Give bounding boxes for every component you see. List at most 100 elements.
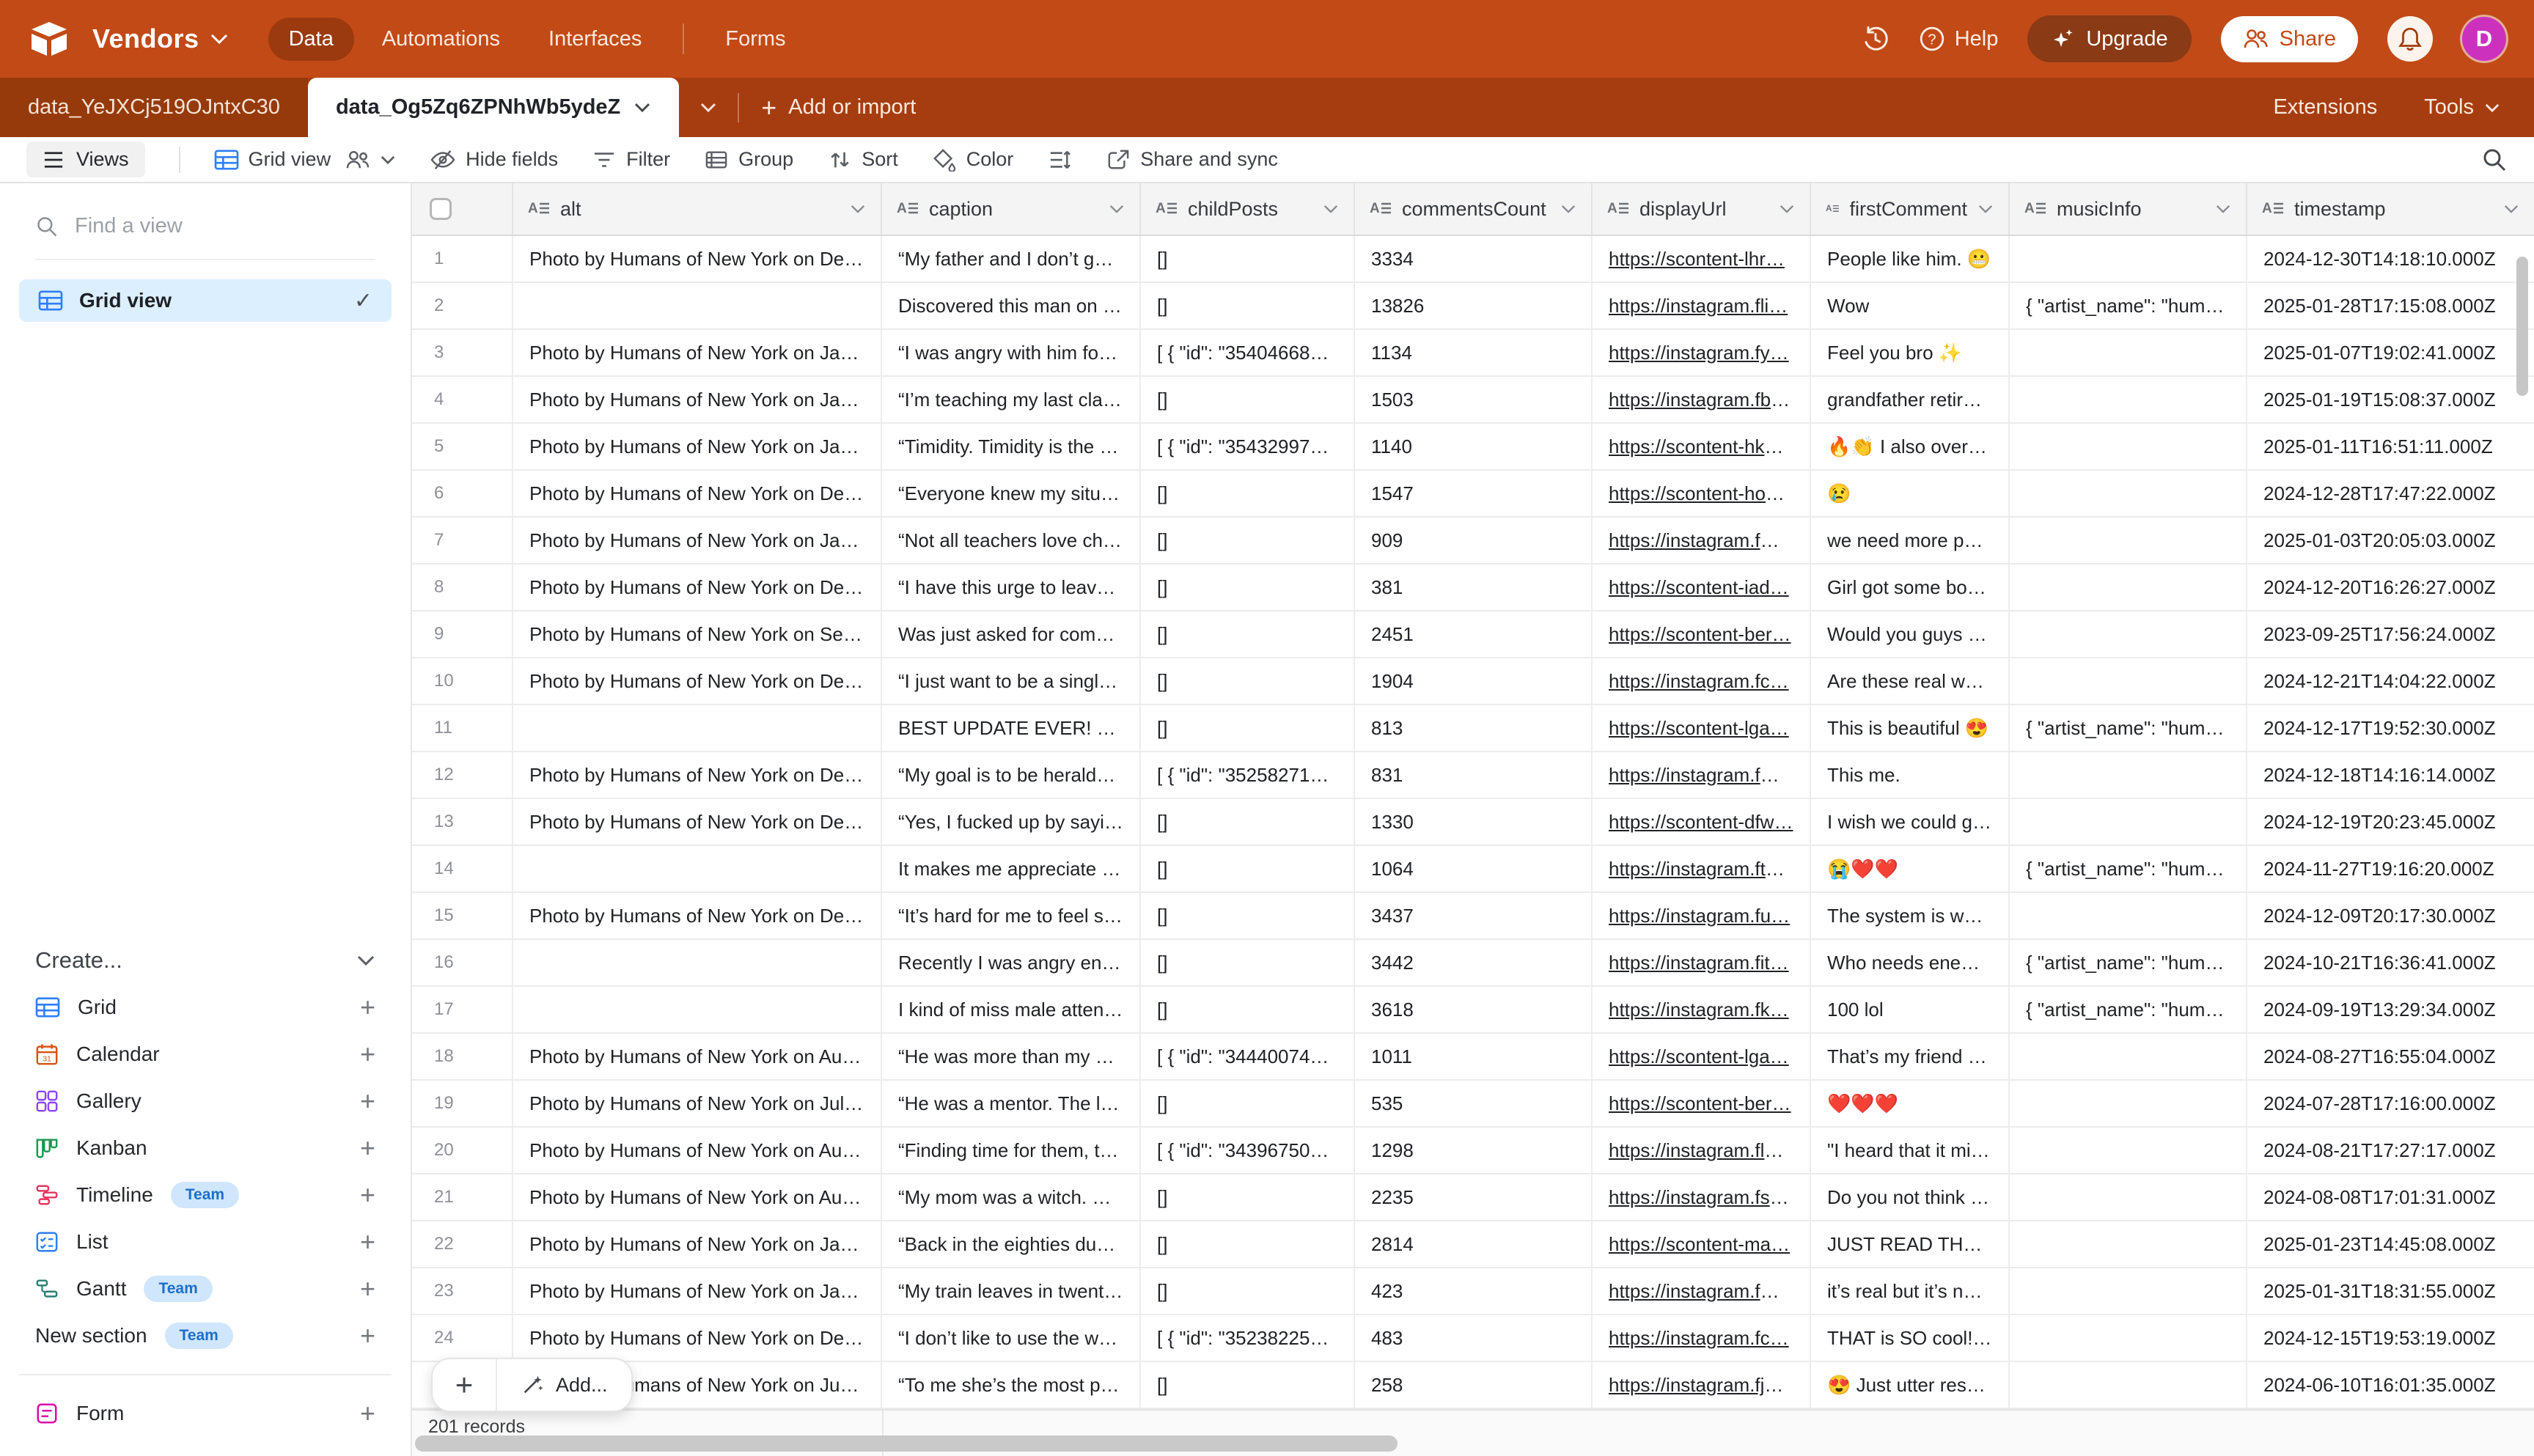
cell-musicInfo[interactable]: { "artist_name": "huma… [2010, 846, 2247, 891]
plus-icon[interactable]: + [360, 1086, 375, 1117]
cell-alt[interactable]: Photo by Humans of New York on Au… [513, 1034, 882, 1079]
cell-displayUrl[interactable]: https://instagram.fli… [1593, 283, 1811, 328]
column-header-alt[interactable]: A alt [513, 183, 882, 235]
cell-caption[interactable]: “I just want to be a single … [882, 658, 1141, 704]
cell-musicInfo[interactable]: { "artist_name": "huma… [2010, 940, 2247, 985]
cell-timestamp[interactable]: 2024-12-18T14:16:14.000Z [2247, 752, 2534, 798]
cell-childPosts[interactable]: [] [1141, 611, 1355, 657]
cell-timestamp[interactable]: 2024-06-10T16:01:35.000Z [2247, 1362, 2534, 1408]
cell-firstComment[interactable]: People like him. 😬 [1811, 236, 2010, 282]
cell-musicInfo[interactable] [2010, 330, 2247, 375]
cell-childPosts[interactable]: [ { "id": "35404668… [1141, 330, 1355, 375]
cell-commentsCount[interactable]: 909 [1355, 518, 1593, 563]
cell-commentsCount[interactable]: 1064 [1355, 846, 1593, 891]
row-number[interactable]: 15 [412, 893, 513, 938]
cell-alt[interactable]: Photo by Humans of New York on De… [513, 752, 882, 798]
cell-timestamp[interactable]: 2024-08-08T17:01:31.000Z [2247, 1174, 2534, 1220]
row-number[interactable]: 4 [412, 377, 513, 422]
row-number[interactable]: 7 [412, 518, 513, 563]
cell-musicInfo[interactable] [2010, 658, 2247, 704]
cell-childPosts[interactable]: [] [1141, 940, 1355, 985]
cell-firstComment[interactable]: it’s real but it’s not… [1811, 1268, 2010, 1314]
cell-displayUrl[interactable]: https://instagram.fy… [1593, 330, 1811, 375]
cell-timestamp[interactable]: 2024-09-19T13:29:34.000Z [2247, 987, 2534, 1032]
cell-commentsCount[interactable]: 423 [1355, 1268, 1593, 1314]
cell-displayUrl[interactable]: https://instagram.fbf… [1593, 377, 1811, 422]
create-section-header[interactable]: Create... [35, 947, 375, 974]
create-timeline-item[interactable]: Timeline Team + [19, 1172, 392, 1218]
cell-childPosts[interactable]: [] [1141, 987, 1355, 1032]
cell-caption[interactable]: BEST UPDATE EVER! Mos… [882, 705, 1141, 751]
cell-timestamp[interactable]: 2024-10-21T16:36:41.000Z [2247, 940, 2534, 985]
cell-alt[interactable] [513, 940, 882, 985]
cell-firstComment[interactable]: 😍 Just utter respe… [1811, 1362, 2010, 1408]
cell-childPosts[interactable]: [] [1141, 471, 1355, 516]
avatar[interactable]: D [2462, 17, 2506, 61]
cell-firstComment[interactable]: The system is wor… [1811, 893, 2010, 938]
hide-fields-button[interactable]: Hide fields [430, 148, 558, 171]
cell-caption[interactable]: “I don’t like to use the wo… [882, 1315, 1141, 1361]
cell-displayUrl[interactable]: https://scontent-lga… [1593, 1034, 1811, 1079]
cell-caption[interactable]: “Finding time for them, th… [882, 1128, 1141, 1173]
cell-timestamp[interactable]: 2024-12-19T20:23:45.000Z [2247, 799, 2534, 845]
cell-musicInfo[interactable] [2010, 565, 2247, 610]
cell-caption[interactable]: Discovered this man on t… [882, 283, 1141, 328]
cell-caption[interactable]: “Everyone knew my situat… [882, 471, 1141, 516]
cell-timestamp[interactable]: 2025-01-31T18:31:55.000Z [2247, 1268, 2534, 1314]
create-calendar-item[interactable]: 31 Calendar + [19, 1031, 392, 1078]
plus-icon[interactable]: + [360, 1039, 375, 1070]
cell-musicInfo[interactable] [2010, 611, 2247, 657]
cell-displayUrl[interactable]: https://instagram.fsr… [1593, 1174, 1811, 1220]
create-grid-item[interactable]: Grid + [19, 984, 392, 1031]
plus-icon[interactable]: + [360, 1398, 375, 1429]
cell-childPosts[interactable]: [] [1141, 236, 1355, 282]
filter-button[interactable]: Filter [592, 148, 670, 171]
row-number[interactable]: 1 [412, 236, 513, 282]
cell-timestamp[interactable]: 2024-12-21T14:04:22.000Z [2247, 658, 2534, 704]
cell-childPosts[interactable]: [ { "id": "34440074… [1141, 1034, 1355, 1079]
cell-timestamp[interactable]: 2025-01-19T15:08:37.000Z [2247, 377, 2534, 422]
cell-displayUrl[interactable]: https://instagram.fc… [1593, 658, 1811, 704]
cell-alt[interactable]: Photo by Humans of New York on Jan… [513, 1221, 882, 1267]
cell-musicInfo[interactable] [2010, 471, 2247, 516]
chevron-down-icon[interactable] [850, 204, 866, 214]
views-button[interactable]: Views [26, 141, 145, 177]
cell-caption[interactable]: It makes me appreciate h… [882, 846, 1141, 891]
cell-caption[interactable]: “Back in the eighties dun… [882, 1221, 1141, 1267]
cell-displayUrl[interactable]: https://instagram.ftg… [1593, 846, 1811, 891]
cell-alt[interactable]: Photo by Humans of New York on De… [513, 893, 882, 938]
cell-caption[interactable]: “Yes, I fucked up by sayin… [882, 799, 1141, 845]
cell-childPosts[interactable]: [] [1141, 658, 1355, 704]
cell-firstComment[interactable]: Who needs enemi… [1811, 940, 2010, 985]
chevron-down-icon[interactable] [1977, 204, 1994, 214]
cell-commentsCount[interactable]: 1547 [1355, 471, 1593, 516]
column-header-firstComment[interactable]: A firstComment [1811, 183, 2010, 235]
row-number[interactable]: 6 [412, 471, 513, 516]
cell-musicInfo[interactable] [2010, 1362, 2247, 1408]
cell-caption[interactable]: “My mom was a witch. No… [882, 1174, 1141, 1220]
cell-displayUrl[interactable]: https://instagram.fk… [1593, 987, 1811, 1032]
row-number[interactable]: 21 [412, 1174, 513, 1220]
cell-alt[interactable]: Photo by Humans of New York on Au… [513, 1174, 882, 1220]
cell-timestamp[interactable]: 2024-12-09T20:17:30.000Z [2247, 893, 2534, 938]
cell-childPosts[interactable]: [] [1141, 846, 1355, 891]
cell-caption[interactable]: “I have this urge to leave … [882, 565, 1141, 610]
cell-displayUrl[interactable]: https://scontent-hkg… [1593, 424, 1811, 469]
table-tab-active[interactable]: data_Og5Zq6ZPNhWb5ydeZ [308, 78, 679, 137]
plus-icon[interactable]: + [360, 1320, 375, 1351]
plus-icon[interactable]: + [360, 1227, 375, 1257]
cell-displayUrl[interactable]: https://instagram.fm… [1593, 518, 1811, 563]
workspace-title[interactable]: Vendors [92, 23, 199, 54]
cell-firstComment[interactable]: 😢 [1811, 471, 2010, 516]
cell-childPosts[interactable]: [ { "id": "352582717… [1141, 752, 1355, 798]
cell-musicInfo[interactable] [2010, 236, 2247, 282]
color-button[interactable]: Color [932, 148, 1014, 172]
cell-displayUrl[interactable]: https://scontent-lhr… [1593, 236, 1811, 282]
cell-firstComment[interactable]: THAT is SO cool!!!… [1811, 1315, 2010, 1361]
row-number[interactable]: 13 [412, 799, 513, 845]
cell-musicInfo[interactable] [2010, 893, 2247, 938]
cell-displayUrl[interactable]: https://instagram.fc… [1593, 1315, 1811, 1361]
cell-musicInfo[interactable] [2010, 1268, 2247, 1314]
cell-childPosts[interactable]: [] [1141, 1268, 1355, 1314]
cell-firstComment[interactable]: 😭❤️❤️ [1811, 846, 2010, 891]
